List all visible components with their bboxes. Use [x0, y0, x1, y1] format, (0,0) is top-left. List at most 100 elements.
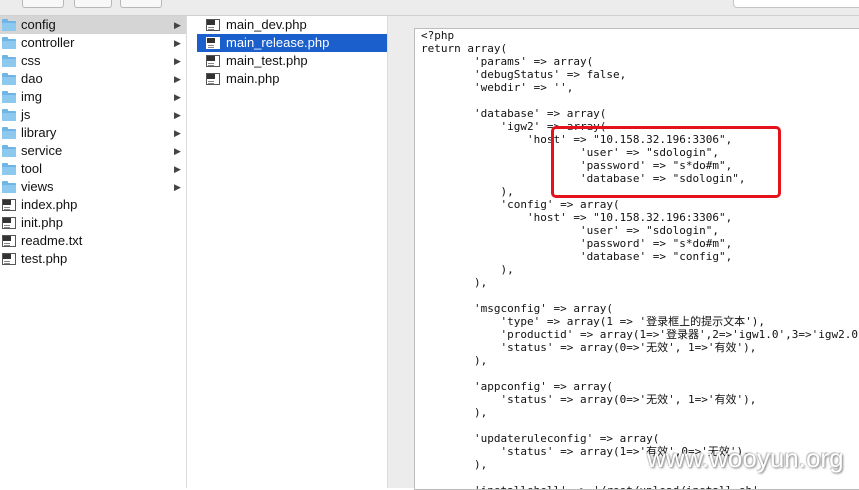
disclosure-chevron-icon: ▶ [174, 20, 181, 30]
code-line: 'status' => array(0=>'无效', 1=>'有效'), [421, 341, 757, 354]
item-label: service [21, 143, 63, 158]
toolbar-tags-button[interactable] [120, 0, 162, 8]
document-icon [2, 253, 16, 265]
code-line: ), [421, 406, 488, 419]
toolbar-share-button[interactable] [74, 0, 112, 8]
file-item[interactable]: readme.txt [0, 232, 186, 250]
folder-item[interactable]: views ▶ [0, 178, 186, 196]
project-root-column[interactable]: config ▶ controller ▶ css ▶ dao ▶ img ▶ js ▶ library… [0, 16, 187, 488]
document-icon [2, 217, 16, 229]
folder-icon [2, 37, 16, 49]
credentials-highlight-box [551, 126, 781, 198]
code-line: return array( [421, 42, 508, 55]
file-item[interactable]: main_test.php [197, 52, 387, 70]
folder-item[interactable]: controller ▶ [0, 34, 186, 52]
code-line: ), [421, 263, 514, 276]
document-icon [206, 19, 220, 31]
folder-item[interactable]: config ▶ [0, 16, 186, 34]
code-line: <?php [421, 29, 455, 42]
code-line: 'msgconfig' => array( [421, 302, 614, 315]
code-line: 'productid' => array(1=>'登录器',2=>'igw1.0… [421, 328, 859, 341]
file-item[interactable]: init.php [0, 214, 186, 232]
folder-icon [2, 73, 16, 85]
disclosure-chevron-icon: ▶ [174, 38, 181, 48]
code-line: 'webdir' => '', [421, 81, 574, 94]
folder-item[interactable]: tool ▶ [0, 160, 186, 178]
code-line: 'appconfig' => array( [421, 380, 614, 393]
document-icon [2, 235, 16, 247]
disclosure-chevron-icon: ▶ [174, 56, 181, 66]
code-line: 'user' => "sdologin", [421, 224, 720, 237]
folder-icon [2, 109, 16, 121]
finder-toolbar [0, 0, 859, 16]
item-label: config [21, 17, 56, 32]
watermark-text: www.wooyun.org [647, 443, 844, 473]
item-label: js [21, 107, 31, 122]
item-label: dao [21, 71, 43, 86]
code-line: ), [421, 354, 488, 367]
folder-icon [2, 127, 16, 139]
folder-item[interactable]: service ▶ [0, 142, 186, 160]
file-item[interactable]: main_dev.php [197, 16, 387, 34]
disclosure-chevron-icon: ▶ [174, 182, 181, 192]
folder-item[interactable]: js ▶ [0, 106, 186, 124]
file-item[interactable]: test.php [0, 250, 186, 268]
folder-icon [2, 163, 16, 175]
folder-icon [2, 181, 16, 193]
document-icon [206, 55, 220, 67]
item-label: index.php [21, 197, 78, 212]
code-line: 'params' => array( [421, 55, 594, 68]
item-label: img [21, 89, 42, 104]
code-line: 'status' => array(0=>'无效', 1=>'有效'), [421, 393, 757, 406]
folder-icon [2, 19, 16, 31]
item-label: main_test.php [226, 53, 308, 68]
document-icon [2, 199, 16, 211]
item-label: tool [21, 161, 42, 176]
code-line: ), [421, 276, 488, 289]
config-folder-column[interactable]: main_dev.php main_release.php main_test.ph… [197, 16, 388, 488]
item-label: readme.txt [21, 233, 83, 248]
file-item[interactable]: index.php [0, 196, 186, 214]
code-line: 'type' => array(1 => '登录框上的提示文本'), [421, 315, 766, 328]
item-label: test.php [21, 251, 68, 266]
item-label: controller [21, 35, 75, 50]
folder-icon [2, 91, 16, 103]
item-label: main_release.php [226, 35, 330, 50]
code-line: 'database' => array( [421, 107, 607, 120]
toolbar-search-field[interactable] [733, 0, 859, 8]
file-item[interactable]: main.php [197, 70, 387, 88]
item-label: main.php [226, 71, 280, 86]
item-label: main_dev.php [226, 17, 307, 32]
item-label: views [21, 179, 54, 194]
folder-item[interactable]: dao ▶ [0, 70, 186, 88]
document-icon [206, 37, 220, 49]
disclosure-chevron-icon: ▶ [174, 110, 181, 120]
code-line: 'config' => array( [421, 198, 620, 211]
file-item[interactable]: main_release.php [197, 34, 387, 52]
code-line: 'debugStatus' => false, [421, 68, 627, 81]
folder-item[interactable]: library ▶ [0, 124, 186, 142]
code-line: 'database' => "config", [421, 250, 733, 263]
code-line: 'installshell' => '/root/upload/install.… [421, 484, 859, 489]
code-text: <?php return array( 'params' => array( 'd… [421, 29, 859, 489]
code-preview: <?php return array( 'params' => array( 'd… [414, 28, 859, 490]
disclosure-chevron-icon: ▶ [174, 128, 181, 138]
code-line: 'password' => "s*do#m", [421, 237, 733, 250]
toolbar-action-button[interactable] [22, 0, 64, 8]
document-icon [206, 73, 220, 85]
disclosure-chevron-icon: ▶ [174, 92, 181, 102]
folder-item[interactable]: img ▶ [0, 88, 186, 106]
disclosure-chevron-icon: ▶ [174, 74, 181, 84]
item-label: css [21, 53, 41, 68]
file-preview-column: <?php return array( 'params' => array( 'd… [388, 16, 859, 490]
item-label: library [21, 125, 57, 140]
disclosure-chevron-icon: ▶ [174, 146, 181, 156]
folder-item[interactable]: css ▶ [0, 52, 186, 70]
item-label: init.php [21, 215, 63, 230]
folder-icon [2, 145, 16, 157]
folder-icon [2, 55, 16, 67]
